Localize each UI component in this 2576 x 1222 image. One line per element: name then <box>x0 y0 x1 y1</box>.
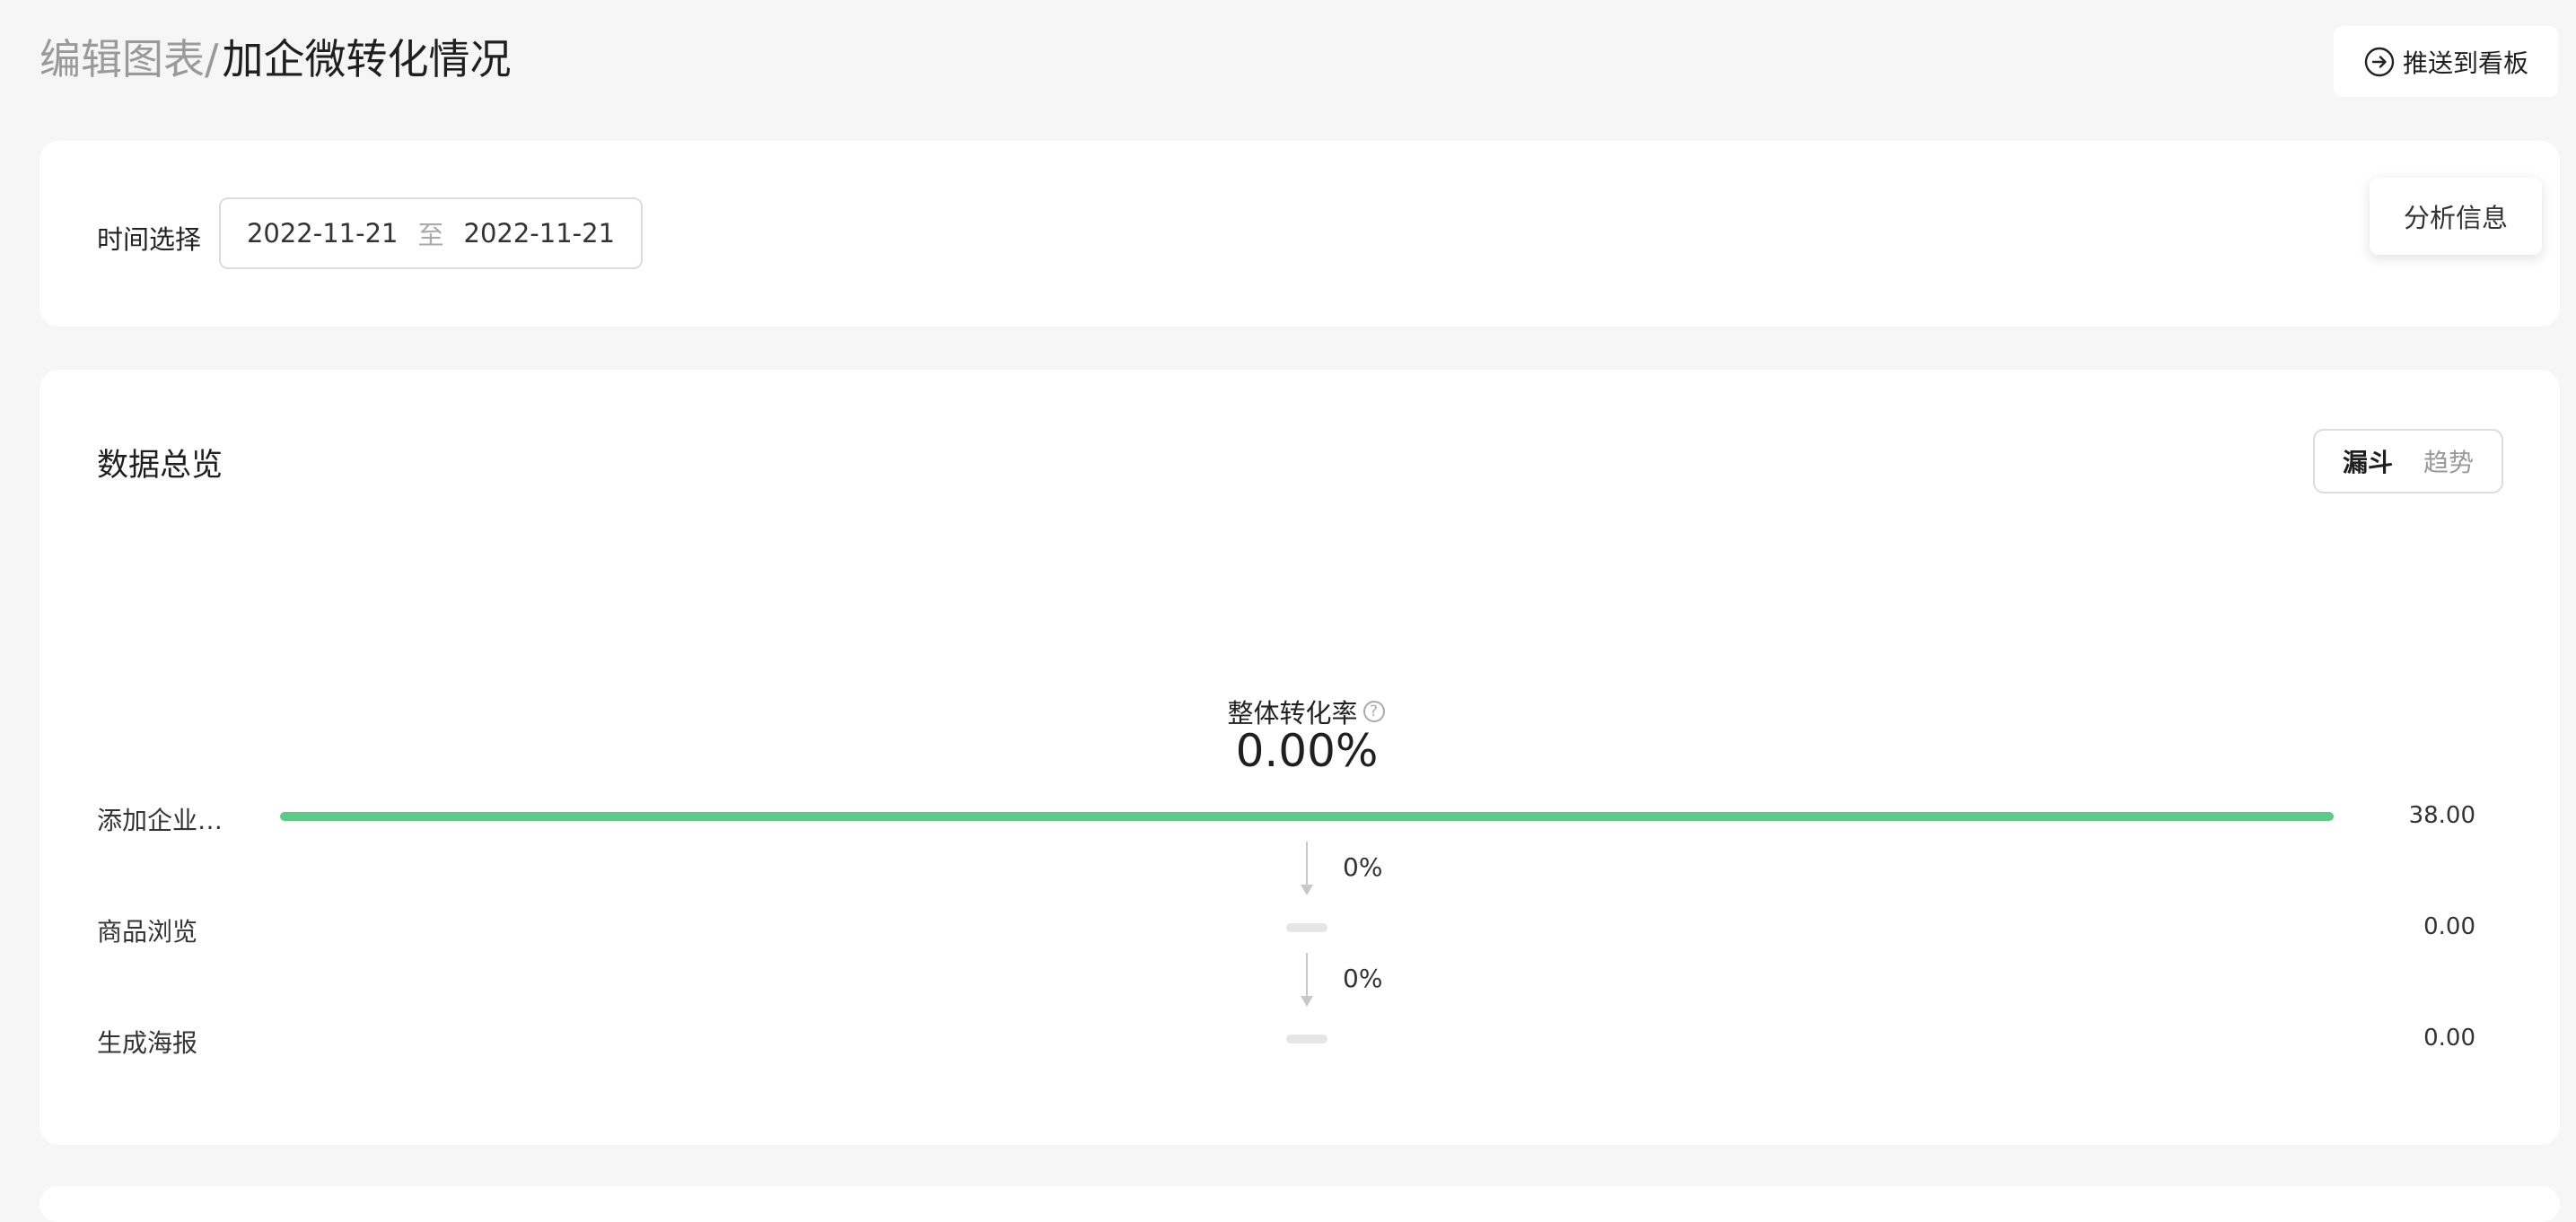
funnel-bar <box>1286 1034 1327 1043</box>
funnel-row-label: 商品浏览 <box>97 917 198 947</box>
help-icon[interactable]: ? <box>1362 701 1385 722</box>
funnel-row-label: 添加企业… <box>97 806 223 835</box>
funnel-row-value: 0.00 <box>2423 1025 2475 1052</box>
funnel-bar <box>1286 923 1327 932</box>
date-separator: 至 <box>417 220 444 250</box>
toggle-trend[interactable]: 趋势 <box>2423 443 2474 479</box>
end-date[interactable]: 2022-11-21 <box>464 218 616 249</box>
toggle-funnel[interactable]: 漏斗 <box>2343 443 2393 479</box>
push-button-label: 推送到看板 <box>2402 48 2528 78</box>
arrow-right-circle-icon <box>2363 46 2396 78</box>
view-toggle: 漏斗 趋势 <box>2313 429 2503 493</box>
funnel-row-label: 生成海报 <box>97 1028 198 1058</box>
funnel-bar <box>280 812 2334 821</box>
start-date[interactable]: 2022-11-21 <box>247 218 399 249</box>
next-card <box>39 1186 2560 1222</box>
overall-conversion-value: 0.00% <box>1235 725 1379 777</box>
step-conversion-rate: 0% <box>1343 964 1383 993</box>
push-to-dashboard-button[interactable]: 推送到看板 <box>2334 26 2558 97</box>
analysis-info-button[interactable]: 分析信息 <box>2370 178 2542 255</box>
funnel-row-value: 38.00 <box>2408 802 2475 829</box>
funnel-row-value: 0.00 <box>2423 913 2475 940</box>
time-select-label: 时间选择 <box>97 224 202 255</box>
step-conversion-rate: 0% <box>1343 852 1383 882</box>
arrow-down-icon <box>1301 842 1313 895</box>
chart-title: 加企微转化情况 <box>222 35 512 83</box>
arrow-down-icon <box>1301 953 1313 1007</box>
breadcrumb-edit-chart[interactable]: 编辑图表/ <box>39 27 219 86</box>
section-title: 数据总览 <box>97 448 223 484</box>
date-range-picker[interactable]: 2022-11-21 至 2022-11-21 <box>219 197 643 269</box>
page-title: 编辑图表/ 加企微转化情况 <box>39 27 512 90</box>
